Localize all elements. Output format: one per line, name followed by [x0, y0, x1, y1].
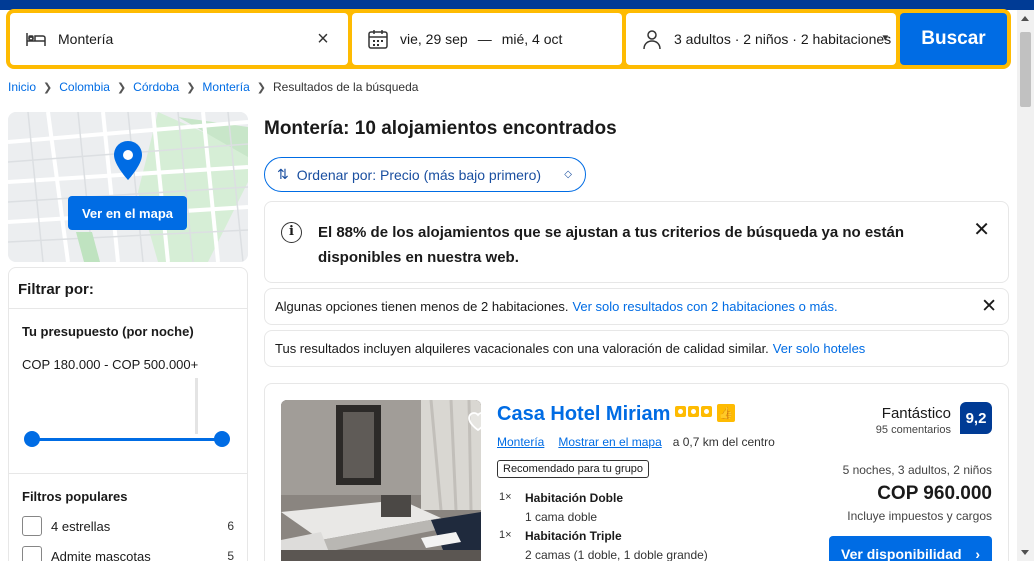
heart-icon[interactable]	[465, 408, 481, 434]
filter-title: Filtrar por:	[18, 281, 94, 298]
star-icon	[688, 406, 699, 417]
destination-value[interactable]: Montería	[58, 31, 113, 47]
distance-text: a 0,7 km del centro	[672, 435, 775, 449]
budget-slider-track[interactable]	[32, 438, 222, 441]
breadcrumb-chevron-icon: ❯	[186, 81, 196, 94]
breadcrumb-link-region[interactable]: Córdoba	[133, 80, 179, 94]
star-icon	[675, 406, 686, 417]
view-map-button[interactable]: Ver en el mapa	[68, 196, 187, 230]
scroll-down-arrow-icon[interactable]	[1021, 550, 1029, 555]
person-icon	[640, 27, 664, 51]
checkout-date[interactable]: mié, 4 oct	[502, 31, 563, 47]
calendar-icon	[366, 27, 390, 51]
room-name: Habitación Triple	[525, 529, 622, 543]
info-icon: i	[281, 222, 302, 243]
star-icon	[701, 406, 712, 417]
show-on-map-link[interactable]: Mostrar en el mapa	[558, 435, 661, 449]
breadcrumb-chevron-icon: ❯	[256, 81, 266, 94]
budget-slider-min-handle[interactable]	[24, 431, 40, 447]
divider	[9, 308, 247, 309]
notice-text: Tus resultados incluyen alquileres vacac…	[275, 341, 769, 356]
availability-alert: i El 88% de los alojamientos que se ajus…	[264, 201, 1009, 283]
taxes-note: Incluye impuestos y cargos	[847, 509, 992, 523]
see-availability-button[interactable]: Ver disponibilidad ›	[829, 536, 992, 561]
date-separator: —	[477, 31, 492, 47]
popular-filters-title: Filtros populares	[22, 489, 128, 504]
filter-panel: Filtrar por: Tu presupuesto (por noche) …	[8, 267, 248, 561]
guests-field[interactable]: 3 adultos · 2 niños · 2 habitaciones ▾	[626, 13, 896, 65]
breadcrumb-chevron-icon: ❯	[116, 81, 127, 94]
chevron-updown-icon: ◇	[564, 169, 572, 180]
notice-link[interactable]: Ver solo hoteles	[773, 341, 866, 356]
room-beds: 2 camas (1 doble, 1 doble grande)	[525, 548, 708, 561]
budget-histogram-bar	[195, 378, 198, 434]
property-card: Casa Hotel Miriam 👍 Montería Mostrar en …	[264, 383, 1009, 561]
budget-slider-max-handle[interactable]	[214, 431, 230, 447]
scroll-up-arrow-icon[interactable]	[1021, 16, 1029, 21]
budget-title: Tu presupuesto (por noche)	[22, 324, 194, 339]
results-title: Montería: 10 alojamientos encontrados	[264, 118, 617, 139]
filter-checkbox[interactable]	[22, 546, 42, 561]
filter-option[interactable]: 4 estrellas 6	[22, 516, 234, 536]
page-scrollbar[interactable]	[1017, 10, 1034, 561]
hotel-room-image	[281, 400, 481, 561]
rating-word: Fantástico	[881, 405, 951, 422]
location-row: Montería Mostrar en el mapa a 0,7 km del…	[497, 435, 775, 449]
filter-option-count: 5	[227, 549, 234, 561]
room-beds: 1 cama doble	[525, 510, 598, 524]
property-photo[interactable]	[281, 400, 481, 561]
breadcrumb-link-city[interactable]: Montería	[202, 80, 249, 94]
star-rating	[675, 406, 712, 417]
room-name: Habitación Doble	[525, 491, 624, 505]
thumbs-up-icon[interactable]: 👍	[717, 404, 735, 422]
sort-icon: ⇅	[277, 166, 289, 182]
filter-option-label: Admite mascotas	[51, 548, 151, 561]
availability-label: Ver disponibilidad	[841, 546, 962, 561]
budget-range: COP 180.000 - COP 500.000+	[22, 357, 199, 372]
review-count: 95 comentarios	[875, 424, 951, 436]
breadcrumb-chevron-icon: ❯	[43, 81, 53, 94]
sort-button[interactable]: ⇅ Ordenar por: Precio (más bajo primero)…	[264, 157, 586, 192]
alert-text: El 88% de los alojamientos que se ajusta…	[318, 224, 905, 266]
breadcrumb-link-home[interactable]: Inicio	[8, 80, 36, 94]
filter-option-count: 6	[227, 519, 234, 533]
notice-text: Algunas opciones tienen menos de 2 habit…	[275, 299, 569, 314]
room-qty: 1×	[499, 491, 512, 503]
bed-icon	[24, 27, 48, 51]
review-score-badge[interactable]: 9,2	[960, 402, 992, 434]
close-icon[interactable]: ✕	[973, 220, 990, 240]
search-button[interactable]: Buscar	[900, 13, 1007, 65]
breadcrumb-link-country[interactable]: Colombia	[59, 80, 110, 94]
close-icon[interactable]: ✕	[981, 297, 997, 316]
chevron-down-icon[interactable]: ▾	[882, 31, 888, 44]
map-image	[8, 112, 248, 262]
checkin-date[interactable]: vie, 29 sep	[400, 31, 468, 47]
clear-icon[interactable]: ×	[312, 28, 334, 50]
room-qty: 1×	[499, 529, 512, 541]
rooms-notice: Algunas opciones tienen menos de 2 habit…	[264, 288, 1009, 325]
divider	[9, 473, 247, 474]
scrollbar-thumb[interactable]	[1020, 32, 1031, 107]
breadcrumb: Inicio ❯ Colombia ❯ Córdoba ❯ Montería ❯…	[8, 80, 418, 94]
chevron-right-icon: ›	[975, 546, 980, 561]
filter-option-label: 4 estrellas	[51, 518, 111, 534]
filter-checkbox[interactable]	[22, 516, 42, 536]
map-pin-icon	[114, 141, 142, 180]
recommended-tag: Recomendado para tu grupo	[497, 460, 650, 478]
rentals-notice: Tus resultados incluyen alquileres vacac…	[264, 330, 1009, 367]
property-name-link[interactable]: Casa Hotel Miriam	[497, 403, 670, 426]
map-preview[interactable]: Ver en el mapa	[8, 112, 248, 262]
city-link[interactable]: Montería	[497, 435, 544, 449]
dates-field[interactable]: vie, 29 sep — mié, 4 oct	[352, 13, 622, 65]
search-bar: Montería × vie, 29 sep — mié, 4 oct 3 ad…	[6, 9, 1011, 69]
guests-value[interactable]: 3 adultos · 2 niños · 2 habitaciones	[674, 31, 892, 47]
notice-link[interactable]: Ver solo resultados con 2 habitaciones o…	[572, 299, 837, 314]
sort-label: Ordenar por: Precio (más bajo primero)	[296, 166, 542, 183]
stay-summary: 5 noches, 3 adultos, 2 niños	[842, 463, 992, 477]
destination-field[interactable]: Montería ×	[10, 13, 348, 65]
filter-option[interactable]: Admite mascotas 5	[22, 546, 234, 561]
breadcrumb-current: Resultados de la búsqueda	[272, 80, 419, 94]
price: COP 960.000	[877, 483, 992, 504]
